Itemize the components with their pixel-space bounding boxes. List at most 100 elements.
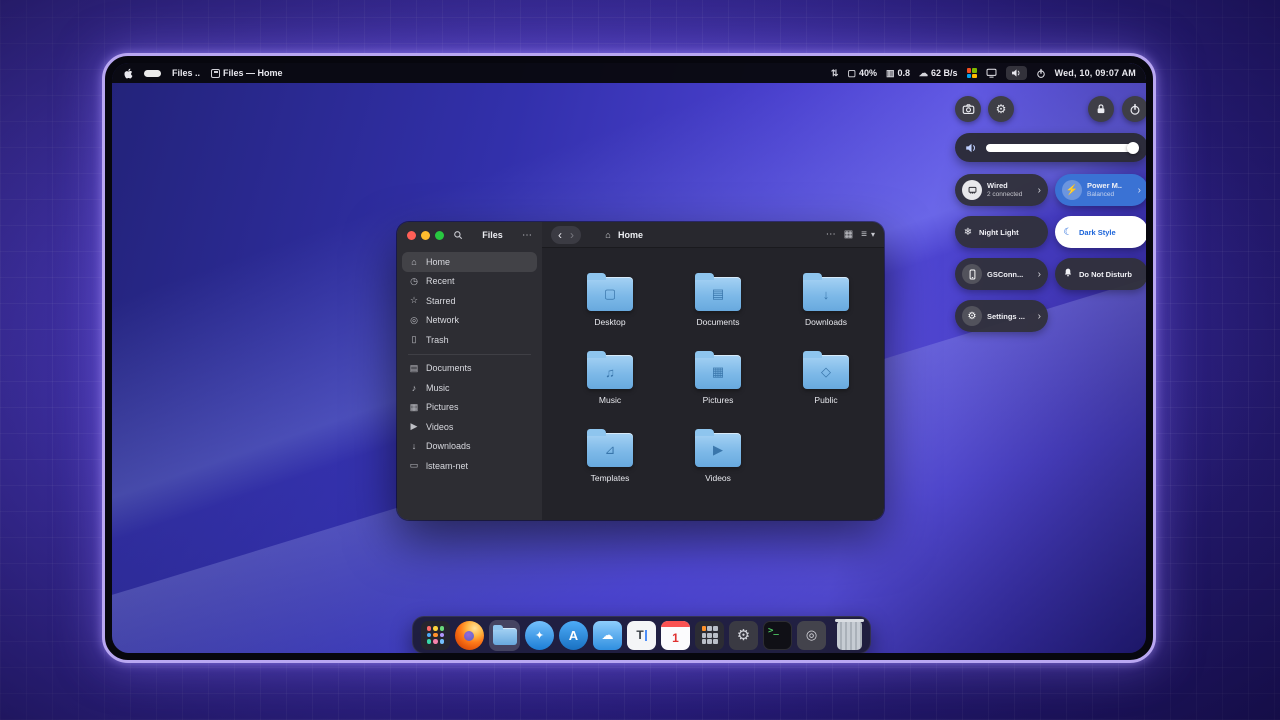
folder-icon: ▤ [695, 273, 741, 311]
folder-icon: ▢ [587, 273, 633, 311]
app-store-icon[interactable]: A [559, 620, 588, 650]
volume-track[interactable] [986, 141, 1139, 154]
volume-slider[interactable] [955, 133, 1146, 162]
sidebar-item-downloads[interactable]: ↓ Downloads [402, 437, 537, 457]
sidebar-header: Files ⋯ [397, 222, 542, 248]
wired-toggle[interactable]: Wired 2 connected › [955, 174, 1048, 206]
folder-downloads[interactable]: ↓ Downloads [772, 272, 880, 350]
sidebar-item-videos[interactable]: ▶ Videos [402, 417, 537, 437]
files-sidebar: Files ⋯ ⌂ Home ◷ Recent ☆ Starred ◎ Netw… [397, 222, 542, 520]
back-button[interactable]: ‹ [558, 229, 562, 241]
sidebar-menu-icon[interactable]: ⋯ [522, 230, 534, 241]
window-app-title: Files [482, 230, 503, 240]
breadcrumb-label: Home [618, 229, 644, 240]
sidebar-list: ⌂ Home ◷ Recent ☆ Starred ◎ Network ▯ Tr… [397, 248, 542, 480]
sidebar-item-pictures[interactable]: ▦ Pictures [402, 398, 537, 418]
tweaks-app-icon[interactable]: ◎ [797, 620, 826, 650]
updown-indicator-icon[interactable]: ⇅ [831, 68, 839, 79]
sidebar-item-trash[interactable]: ▯ Trash [402, 330, 537, 350]
path-menu-icon[interactable]: ⋯ [826, 229, 836, 240]
sidebar-item-label: Starred [426, 295, 456, 306]
folder-documents[interactable]: ▤ Documents [664, 272, 772, 350]
laptop-icon: ▢ [847, 67, 856, 78]
screenshot-button[interactable] [955, 96, 981, 122]
chevron-right-icon: › [1037, 268, 1041, 280]
gsconnect-toggle[interactable]: GSConn... › [955, 258, 1048, 290]
drive-icon: ▭ [409, 460, 419, 471]
settings-gear-button[interactable]: ⚙ [988, 96, 1014, 122]
dnd-label: Do Not Disturb [1079, 269, 1132, 279]
app-menu[interactable]: Files .. [172, 68, 200, 78]
breadcrumb[interactable]: ⌂ Home [603, 230, 643, 240]
pictures-icon: ▦ [409, 401, 419, 412]
sidebar-item-lsteam-net[interactable]: ▭ lsteam-net [402, 456, 537, 476]
files-app-icon[interactable] [491, 622, 518, 649]
terminal-app-icon[interactable]: >_ [763, 620, 792, 650]
sidebar-item-label: Documents [426, 363, 472, 374]
extensions-logo-icon[interactable] [966, 68, 977, 78]
sidebar-item-recent[interactable]: ◷ Recent [402, 272, 537, 292]
power-button[interactable] [1122, 96, 1146, 122]
volume-knob[interactable] [1127, 141, 1139, 154]
sidebar-item-network[interactable]: ◎ Network [402, 311, 537, 331]
folder-icon: ▶ [695, 429, 741, 467]
gear-icon: ⚙ [962, 306, 982, 326]
power-mode-status: Balanced [1087, 190, 1115, 198]
weather-app-icon[interactable]: ☁ [593, 620, 622, 650]
clock[interactable]: Wed, 10, 09:07 AM [1055, 68, 1136, 78]
cpu-indicator[interactable]: ▢ 40% [847, 68, 877, 79]
sidebar-item-starred[interactable]: ☆ Starred [402, 291, 537, 311]
apple-menu[interactable] [122, 67, 133, 80]
sidebar-item-label: Network [426, 315, 460, 326]
power-mode-toggle[interactable]: ⚡ Power M.. Balanced › [1055, 174, 1146, 206]
hamburger-menu-icon[interactable]: ≡ [861, 229, 867, 240]
sidebar-item-home[interactable]: ⌂ Home [402, 252, 537, 272]
power-mode-label: Power M.. [1087, 181, 1123, 190]
files-headerbar: ‹ › ⌂ Home ⋯ ▦ ≡ ▾ [542, 222, 884, 248]
folder-music[interactable]: ♫ Music [556, 350, 664, 428]
view-toggle-icon[interactable]: ▦ [844, 229, 853, 240]
network-indicator[interactable]: ☁ 62 B/s [919, 68, 958, 79]
text-editor-icon[interactable]: T [627, 620, 656, 650]
chevron-right-icon: › [1037, 184, 1041, 196]
forward-button[interactable]: › [570, 229, 574, 241]
app-store-letter: A [568, 627, 579, 643]
folder-icon: ↓ [803, 273, 849, 311]
cpu-value: 40% [858, 68, 877, 78]
minimize-button[interactable] [421, 230, 430, 240]
window-title-item[interactable]: Files — Home [211, 68, 283, 78]
workspace-indicator[interactable] [144, 69, 161, 77]
trash-icon[interactable] [835, 618, 864, 650]
app-grid-icon[interactable] [421, 620, 450, 650]
home-icon: ⌂ [411, 256, 417, 267]
dark-style-toggle[interactable]: ☾ Dark Style [1055, 216, 1146, 248]
memory-indicator[interactable]: ▥ 0.8 [886, 68, 910, 79]
night-light-toggle[interactable]: ❄ Night Light [955, 216, 1048, 248]
settings-toggle[interactable]: ⚙ Settings ... › [955, 300, 1048, 332]
sidebar-item-music[interactable]: ♪ Music [402, 378, 537, 398]
speaker-icon [965, 142, 978, 154]
maximize-button[interactable] [435, 230, 444, 240]
close-button[interactable] [407, 230, 416, 240]
folder-videos[interactable]: ▶ Videos [664, 428, 772, 506]
firefox-icon[interactable] [455, 620, 484, 650]
settings-app-icon[interactable]: ⚙ [729, 620, 758, 650]
snowflake-icon: ❄ [963, 226, 973, 238]
caret-down-icon[interactable]: ▾ [871, 230, 875, 239]
lock-button[interactable] [1088, 96, 1114, 122]
folder-desktop[interactable]: ▢ Desktop [556, 272, 664, 350]
calendar-app-icon[interactable]: 1 [661, 620, 690, 650]
search-icon[interactable] [453, 230, 463, 240]
calculator-app-icon[interactable] [695, 620, 724, 650]
folder-templates[interactable]: ⊿ Templates [556, 428, 664, 506]
screencast-icon[interactable] [986, 68, 997, 78]
dnd-toggle[interactable]: Do Not Disturb [1055, 258, 1146, 290]
safari-icon[interactable]: ✦ [525, 620, 554, 650]
sidebar-item-documents[interactable]: ▤ Documents [402, 359, 537, 379]
power-indicator-icon[interactable] [1036, 68, 1046, 79]
templates-icon: ⊿ [604, 442, 616, 457]
trash-icon: ▯ [411, 334, 417, 345]
volume-indicator[interactable] [1005, 66, 1027, 80]
folder-public[interactable]: ◇ Public [772, 350, 880, 428]
folder-pictures[interactable]: ▦ Pictures [664, 350, 772, 428]
